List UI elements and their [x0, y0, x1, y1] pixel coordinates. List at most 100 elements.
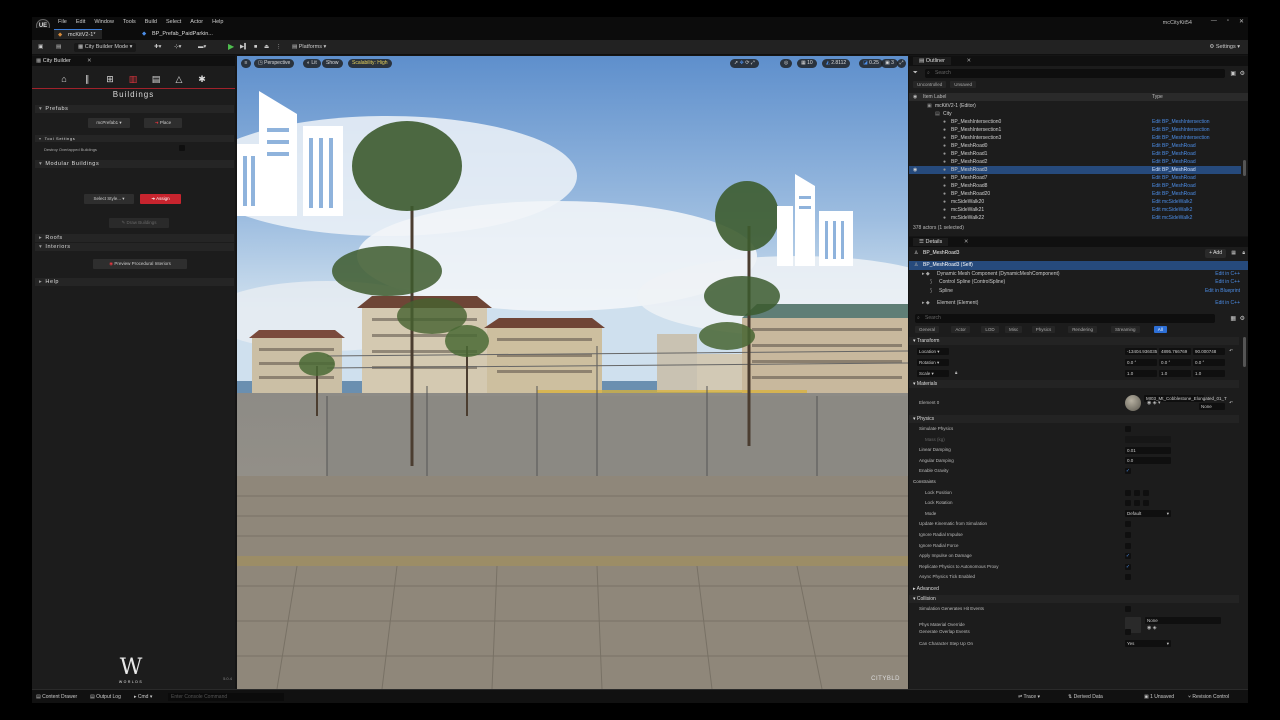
menu-build[interactable]: Build	[145, 19, 157, 25]
filter-icon[interactable]: ⏷	[913, 70, 918, 77]
outliner-tab[interactable]: ▤ Outliner ✕	[909, 56, 1248, 66]
outliner-row-type[interactable]: Edit BP_MeshRoad	[1152, 150, 1196, 158]
actor-name[interactable]: BP_MeshRoad3	[923, 249, 959, 258]
item-label-column[interactable]: Item Label	[923, 93, 946, 101]
outliner-row[interactable]: ● BP_MeshRoad8 Edit BP_MeshRoad	[909, 182, 1241, 190]
property-value-field[interactable]: 0.0	[1125, 457, 1171, 465]
play-options-icon[interactable]: ⋮	[276, 43, 282, 52]
rotation-dropdown[interactable]: Rotation ▾	[917, 358, 949, 366]
outliner-row-type[interactable]: Edit mcSideWalk2	[1152, 214, 1192, 222]
category-physics[interactable]: Physics	[1031, 326, 1056, 333]
category-general[interactable]: General	[915, 326, 940, 333]
category-misc[interactable]: Misc	[1005, 326, 1023, 333]
menu-help[interactable]: Help	[212, 19, 223, 25]
menu-window[interactable]: Window	[94, 19, 114, 25]
outliner-settings-icon[interactable]: ⚙	[1240, 70, 1245, 77]
location-x[interactable]: -13404.936035	[1125, 347, 1157, 355]
lock-z-checkbox[interactable]	[1143, 489, 1149, 496]
content-drawer-button[interactable]: ▤ Content Drawer	[36, 693, 77, 701]
outliner-row[interactable]: ● BP_MeshRoad7 Edit BP_MeshRoad	[909, 174, 1241, 182]
blueprint-edit-icon[interactable]: ▦	[1231, 249, 1236, 258]
close-tab-icon[interactable]: ✕	[964, 239, 969, 245]
add-actor-icon[interactable]: ✚▾	[154, 43, 161, 52]
property-value-field[interactable]: 0.01	[1125, 446, 1171, 454]
lock-z-checkbox[interactable]	[1143, 500, 1149, 507]
outliner-search[interactable]: ⌕ Search	[925, 69, 1225, 78]
play-icon[interactable]: ▶	[228, 42, 234, 51]
props-icon[interactable]: ▤	[148, 73, 164, 86]
visibility-eye-icon[interactable]: ◉	[913, 166, 917, 174]
close-window-icon[interactable]: ✕	[1239, 18, 1244, 25]
component-row[interactable]: ▸ ◆ Element (Element) Edit in C++	[909, 299, 1248, 308]
content-browser-icon[interactable]: ▤	[56, 43, 61, 52]
outliner-row-type[interactable]: Edit BP_MeshRoad	[1152, 190, 1196, 198]
property-checkbox[interactable]	[1125, 426, 1131, 432]
outliner-row-type[interactable]: Edit BP_MeshIntersection	[1152, 126, 1210, 134]
tool-settings-header[interactable]: ▾ Tool Settings	[35, 135, 234, 142]
platforms-dropdown[interactable]: ▤ Platforms ▾	[292, 43, 326, 52]
camera-speed[interactable]: ◭ 2.8112	[822, 59, 851, 68]
outliner-row-type[interactable]: Edit BP_MeshIntersection	[1152, 134, 1210, 142]
property-checkbox[interactable]	[1125, 532, 1131, 538]
property-checkbox[interactable]: ✓	[1125, 553, 1131, 560]
level-viewport[interactable]: ≡ ◳ Perspective ◐ Lit Show Scalability: …	[237, 56, 908, 689]
category-rendering[interactable]: Rendering	[1068, 326, 1097, 333]
help-section-header[interactable]: ▸ Help	[35, 278, 234, 286]
blocks-icon[interactable]: ⊞	[102, 73, 118, 86]
output-log-button[interactable]: ▤ Output Log	[90, 693, 121, 701]
scale-dropdown[interactable]: Scale ▾	[917, 369, 949, 377]
cmd-dropdown[interactable]: ▸ Cmd ▾	[134, 693, 152, 701]
outliner-row-type[interactable]: Edit BP_MeshRoad	[1152, 174, 1196, 182]
outliner-row-type[interactable]: Edit BP_MeshRoad	[1152, 142, 1196, 150]
outliner-row[interactable]: ● BP_MeshRoad20 Edit BP_MeshRoad	[909, 190, 1241, 198]
outliner-row[interactable]: ● mcSideWalk22 Edit mcSideWalk2	[909, 214, 1241, 222]
property-select[interactable]: Yes ▾	[1125, 640, 1171, 647]
blueprint-menu-icon[interactable]: ⊹▾	[174, 43, 181, 52]
outliner-row[interactable]: ▤ City	[909, 110, 1241, 118]
outliner-row-type[interactable]: Edit BP_MeshRoad	[1152, 166, 1196, 174]
speed-setting[interactable]: ▣ 3	[881, 59, 898, 68]
property-checkbox[interactable]	[1125, 521, 1131, 528]
lit-button[interactable]: ◐ Lit	[303, 59, 321, 68]
menu-tools[interactable]: Tools	[123, 19, 136, 25]
outliner-row[interactable]: ● BP_MeshRoad1 Edit BP_MeshRoad	[909, 150, 1241, 158]
physics-section[interactable]: ▾ Physics	[909, 415, 1239, 423]
category-lod[interactable]: LOD	[981, 326, 999, 333]
grid-snap[interactable]: ▦ 10	[797, 59, 817, 68]
transform-tools[interactable]: ➚ ✥ ⟳ ⤢	[730, 59, 759, 68]
select-style-dropdown[interactable]: Select Style... ▾	[84, 194, 134, 204]
derived-data-button[interactable]: ⇅ Derived Data	[1068, 693, 1103, 701]
eject-icon[interactable]: ⏏	[264, 43, 269, 52]
category-actor[interactable]: Actor	[951, 326, 970, 333]
rotation-z[interactable]: 0.0 °	[1193, 358, 1225, 366]
preview-interiors-button[interactable]: ◉ Preview Procedural Interiors	[93, 259, 187, 269]
outliner-row-type[interactable]: Edit BP_MeshRoad	[1152, 158, 1196, 166]
outliner-row[interactable]: ● BP_MeshIntersection0 Edit BP_MeshInterse…	[909, 118, 1241, 126]
lock-x-checkbox[interactable]	[1125, 489, 1131, 496]
scale-x[interactable]: 1.0	[1125, 369, 1157, 377]
details-settings-icon[interactable]: ⚙	[1240, 315, 1245, 322]
tab-level[interactable]: ◆ mcKitV2-1*	[54, 29, 102, 39]
perspective-button[interactable]: ◳ Perspective	[254, 59, 295, 68]
outliner-row[interactable]: ▣ mcKitV2-1 (Editor)	[909, 102, 1241, 110]
details-search[interactable]: ⌕ Search	[915, 314, 1215, 323]
rotation-x[interactable]: 0.0 °	[1125, 358, 1157, 366]
road-icon[interactable]: ∥	[79, 73, 95, 86]
asset-picker[interactable]: None	[1145, 616, 1221, 624]
menu-actor[interactable]: Actor	[190, 19, 203, 25]
rotation-y[interactable]: 0.0 °	[1159, 358, 1191, 366]
reset-arrow-icon[interactable]: ↶	[1229, 393, 1233, 413]
outliner-row[interactable]: ● BP_MeshRoad0 Edit BP_MeshRoad	[909, 142, 1241, 150]
filter-uncontrolled[interactable]: Uncontrolled	[913, 81, 947, 88]
property-checkbox[interactable]	[1125, 606, 1131, 612]
outliner-row[interactable]: ● mcSideWalk20 Edit mcSideWalk2	[909, 198, 1241, 206]
assign-button[interactable]: ➜ Assign	[140, 194, 181, 204]
outliner-scrollbar[interactable]	[1243, 160, 1246, 176]
scale-y[interactable]: 1.0	[1159, 369, 1191, 377]
materials-section[interactable]: ▾ Materials	[909, 380, 1239, 388]
buildings-icon[interactable]: ▥	[125, 73, 141, 86]
mode-dropdown[interactable]: ▦ City Builder Mode ▾	[74, 43, 137, 52]
interiors-section-header[interactable]: ▾ Interiors	[35, 243, 234, 251]
add-component-button[interactable]: + Add	[1205, 249, 1226, 258]
property-checkbox[interactable]	[1125, 574, 1131, 581]
